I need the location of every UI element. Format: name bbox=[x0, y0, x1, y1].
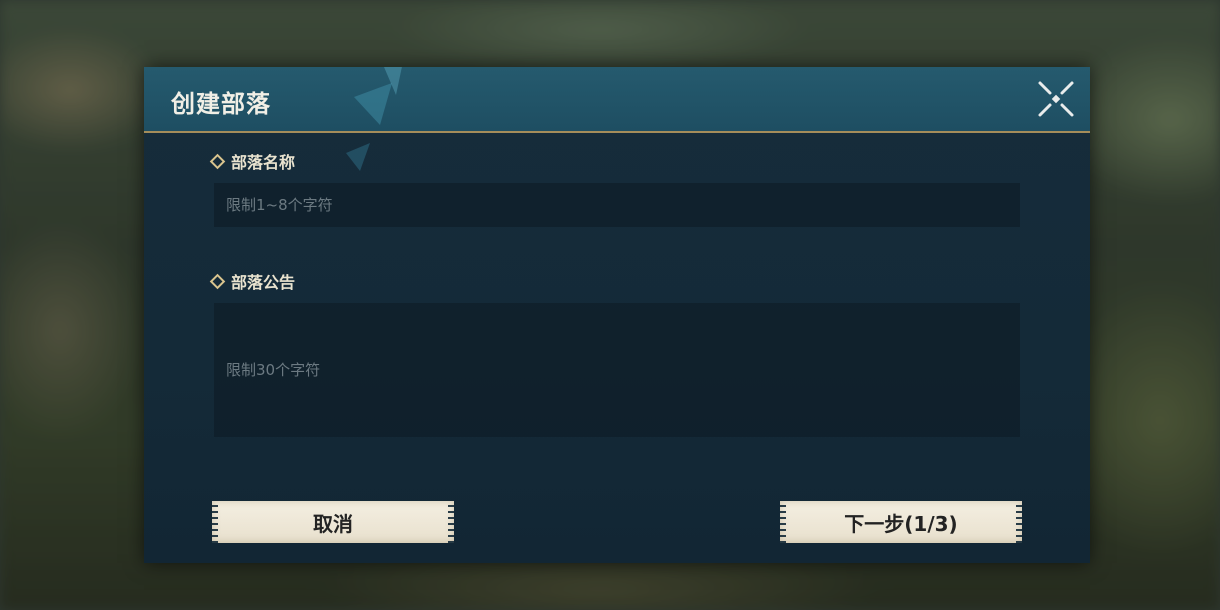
close-x-icon bbox=[1038, 81, 1074, 117]
tribe-notice-label-text: 部落公告 bbox=[231, 273, 296, 292]
tribe-notice-label: 部落公告 bbox=[209, 269, 296, 293]
next-step-button[interactable]: 下一步(1/3) bbox=[780, 501, 1022, 543]
decorative-crystal-shard-icon bbox=[346, 67, 402, 171]
tribe-notice-input[interactable] bbox=[214, 303, 1020, 437]
diamond-bullet-icon bbox=[209, 153, 226, 169]
dialog-header: 创建部落 bbox=[144, 67, 1090, 171]
close-button[interactable] bbox=[1034, 79, 1078, 119]
tribe-name-input[interactable] bbox=[214, 183, 1020, 227]
tribe-name-label-text: 部落名称 bbox=[231, 153, 296, 172]
cancel-button[interactable]: 取消 bbox=[212, 501, 454, 543]
create-tribe-dialog: 创建部落 部落名称 部落公告 取消 下一步 bbox=[144, 67, 1090, 563]
tribe-name-label: 部落名称 bbox=[209, 149, 296, 173]
dialog-title: 创建部落 bbox=[171, 90, 271, 118]
diamond-bullet-icon bbox=[209, 273, 226, 289]
